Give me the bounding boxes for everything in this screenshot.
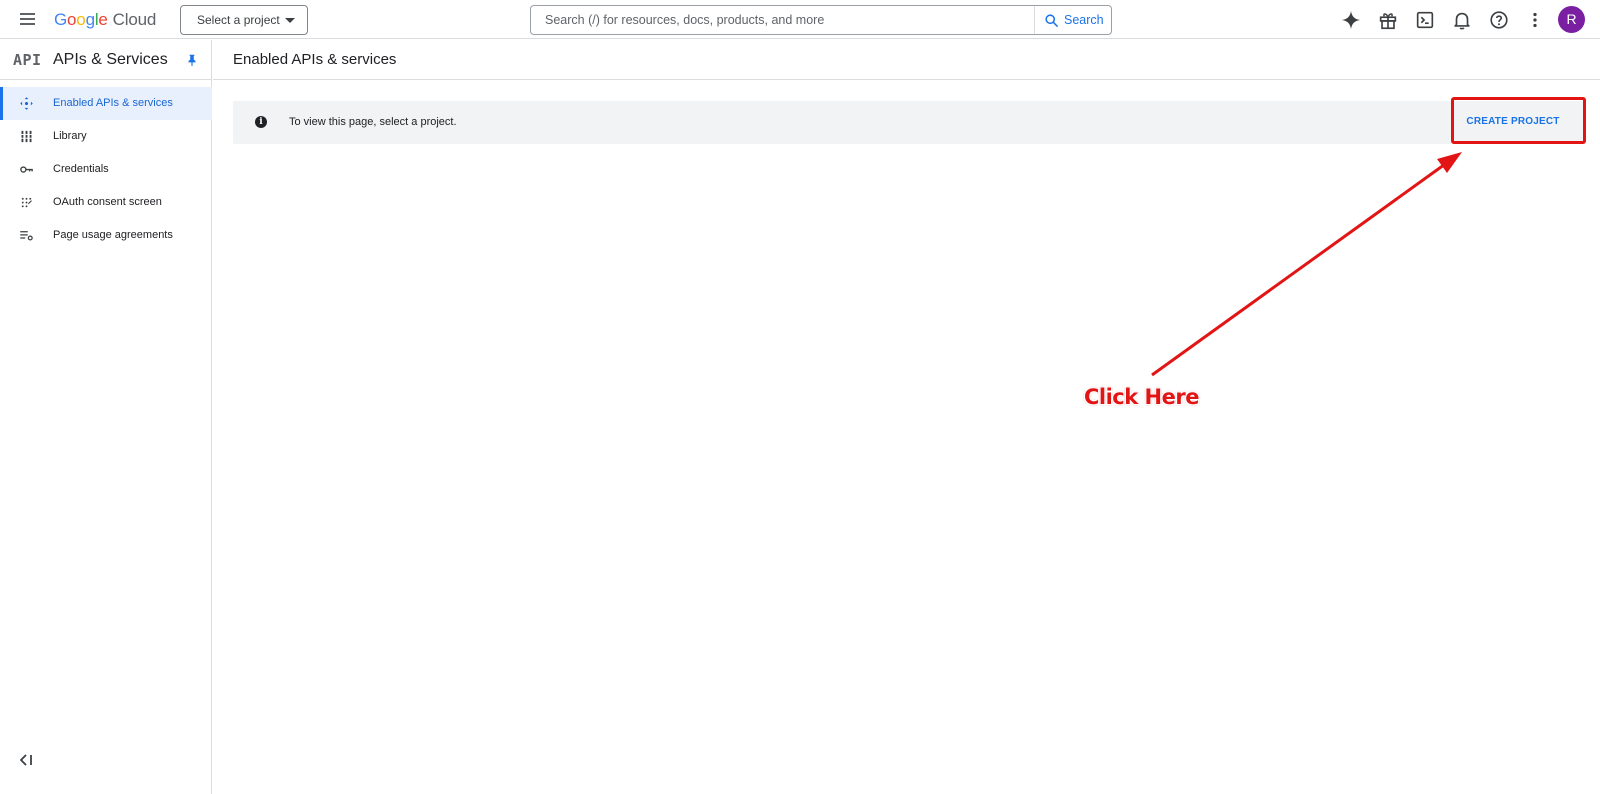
page-title: Enabled APIs & services [233,51,397,68]
page-header: Enabled APIs & services [213,40,1600,80]
annotation-callout: Click Here [1084,385,1199,409]
search-button[interactable]: Search [1034,6,1111,34]
left-nav-sidebar: API APIs & Services Enabled APIs & servi… [0,40,212,794]
sidebar-item-library[interactable]: Library [0,120,212,153]
project-selector-label: Select a project [197,13,280,27]
search-input[interactable] [531,6,1034,34]
gemini-sparkle-icon[interactable] [1340,9,1362,31]
sidebar-item-label: Enabled APIs & services [53,97,173,109]
banner-message: To view this page, select a project. [289,116,457,128]
gift-icon[interactable] [1377,9,1399,31]
sidebar-item-enabled-apis[interactable]: Enabled APIs & services [0,87,212,120]
notifications-bell-icon[interactable] [1451,9,1473,31]
sidebar-nav: Enabled APIs & services Library Credenti… [0,87,212,252]
sidebar-header: API APIs & Services [0,40,212,80]
product-title: APIs & Services [53,51,168,68]
hamburger-menu-icon[interactable] [18,9,38,29]
search-icon [1045,14,1058,27]
search-bar: Search [530,5,1112,35]
sidebar-item-label: OAuth consent screen [53,196,162,208]
project-selector-button[interactable]: Select a project [180,5,308,35]
search-button-label: Search [1064,13,1104,27]
enabled-apis-icon [20,97,33,110]
api-logo-icon: API [13,51,42,69]
top-app-bar: GoogleCloud Select a project Search R [0,0,1600,39]
oauth-icon [21,197,32,208]
sidebar-item-page-usage[interactable]: Page usage agreements [0,219,212,252]
pin-icon[interactable] [185,52,199,68]
library-icon [20,130,33,143]
settings-list-icon [20,231,33,241]
sidebar-item-label: Credentials [53,163,109,175]
sidebar-item-oauth-consent[interactable]: OAuth consent screen [0,186,212,219]
collapse-sidebar-icon[interactable] [20,754,34,766]
annotation-highlight-box [1451,97,1586,144]
sidebar-item-label: Page usage agreements [53,229,173,241]
more-vert-icon[interactable] [1524,9,1546,31]
select-project-banner: i To view this page, select a project. [233,101,1585,144]
sidebar-item-credentials[interactable]: Credentials [0,153,212,186]
info-icon: i [255,116,267,128]
help-icon[interactable] [1488,9,1510,31]
cloud-shell-icon[interactable] [1414,9,1436,31]
key-icon [20,166,33,173]
sidebar-item-label: Library [53,130,87,142]
google-cloud-logo[interactable]: Google Cloud [54,10,156,30]
caret-down-icon [285,18,295,23]
account-avatar[interactable]: R [1558,6,1585,33]
